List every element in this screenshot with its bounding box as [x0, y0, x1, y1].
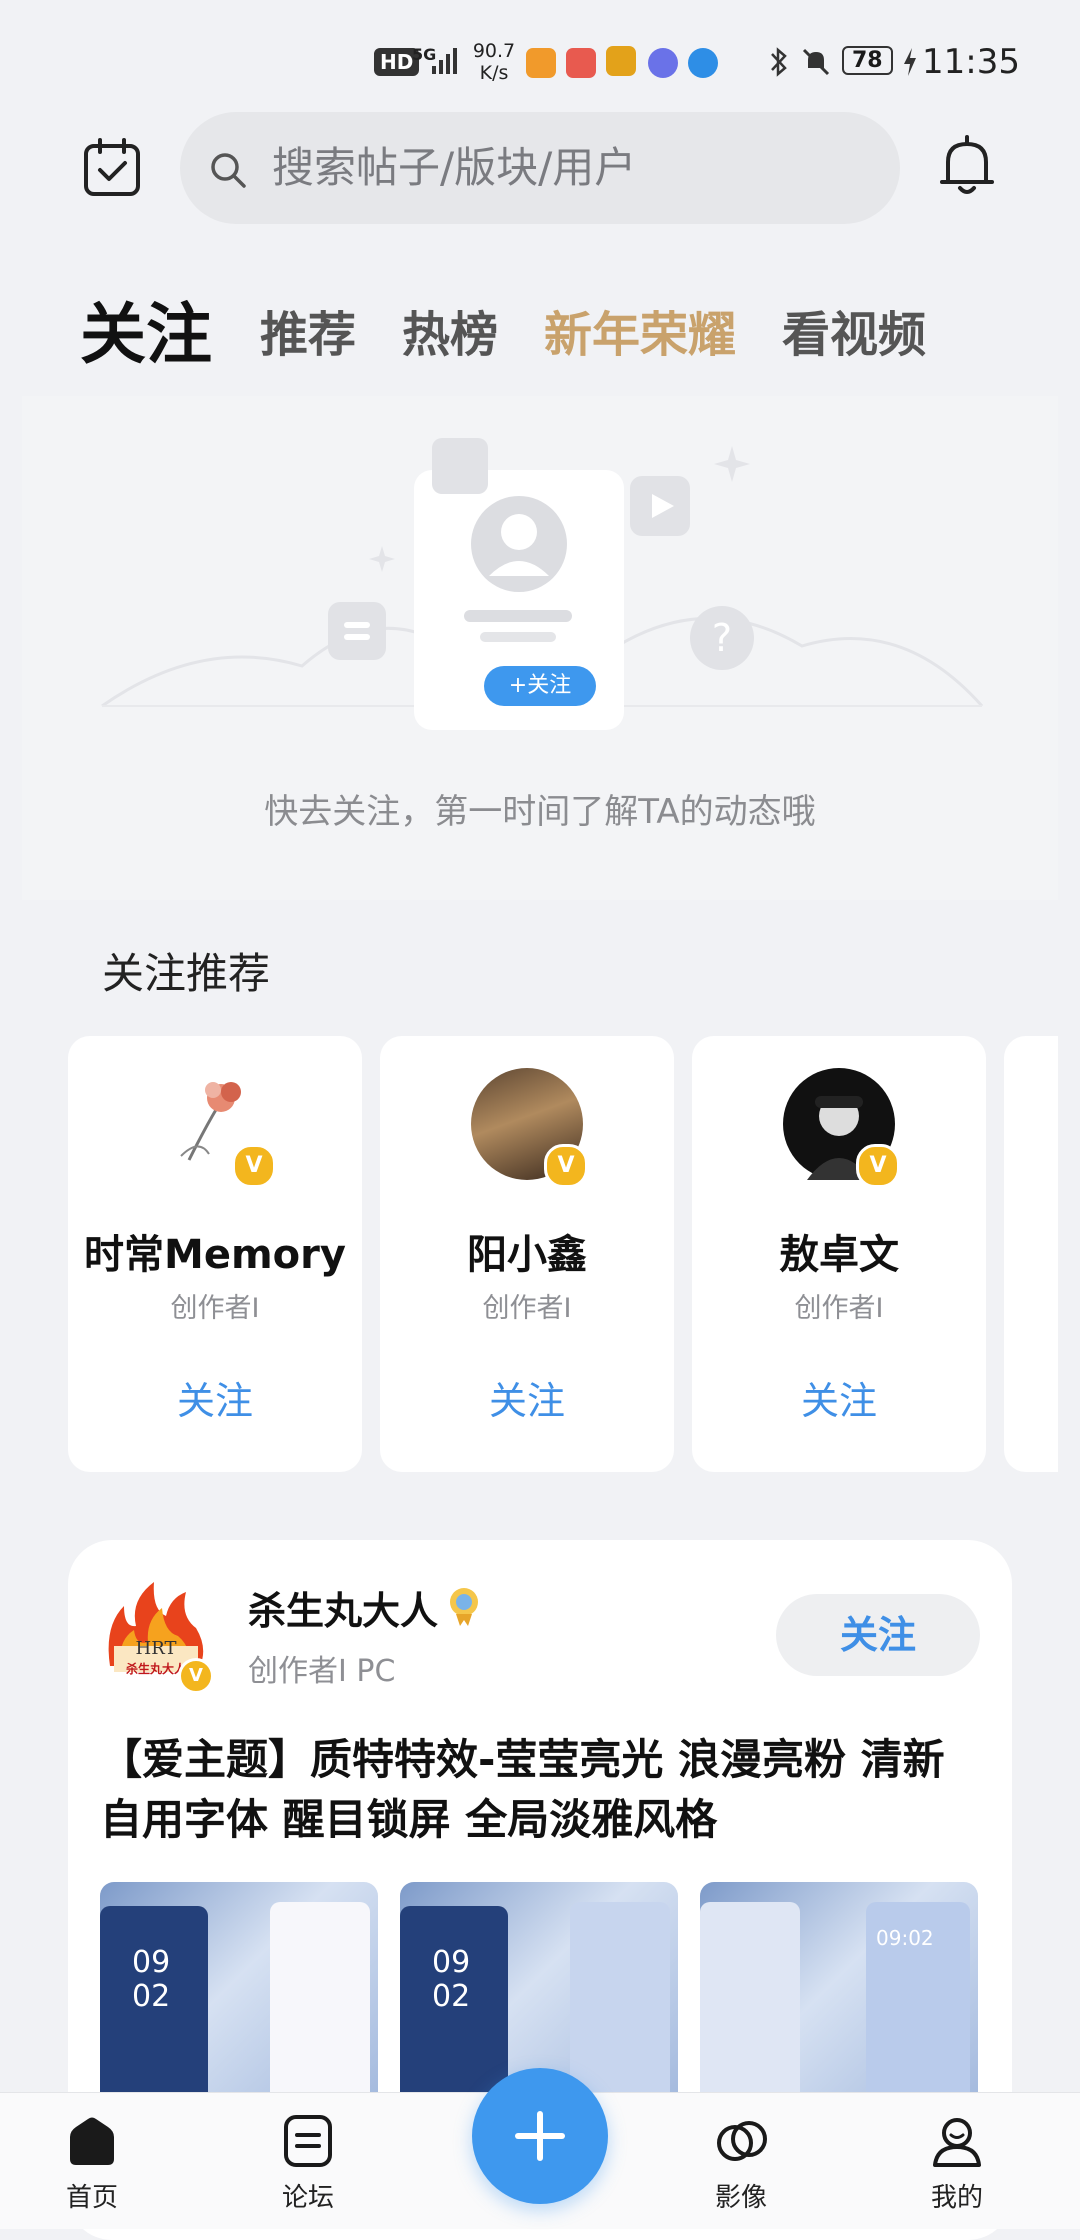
post-title[interactable]: 【爱主题】质特特效-莹莹亮光 浪漫亮粉 清新自用字体 醒目锁屏 全局淡雅风格	[100, 1730, 980, 1850]
tab-following[interactable]: 关注	[80, 300, 212, 370]
recommend-name: 敖卓文	[779, 1232, 899, 1278]
post-follow-button[interactable]: 关注	[776, 1594, 980, 1676]
tab-hot[interactable]: 热榜	[402, 300, 498, 370]
recommend-role: 创作者I	[794, 1293, 884, 1324]
follow-button[interactable]: 关注	[68, 1370, 362, 1425]
tab-new-year[interactable]: 新年荣耀	[544, 300, 736, 370]
svg-text:?: ?	[712, 616, 732, 660]
recommend-role: 创作者I	[170, 1293, 260, 1324]
verified-badge-icon: V	[232, 1144, 276, 1188]
post-author[interactable]: 杀生丸大人	[248, 1580, 438, 1635]
thumb-time: 09 02	[432, 1945, 471, 2014]
thumb-time: 09 02	[132, 1945, 171, 2014]
calendar-check-icon[interactable]	[80, 136, 144, 200]
nav-imaging[interactable]: 影像	[666, 2093, 816, 2229]
recommend-card-partial	[1004, 1036, 1058, 1472]
recommend-card: V 时常Memory 创作者I 关注	[68, 1036, 362, 1472]
search-input[interactable]: 搜索帖子/版块/用户	[180, 112, 900, 224]
nav-forum[interactable]: 论坛	[233, 2093, 383, 2229]
verified-badge-icon: V	[178, 1658, 214, 1694]
charging-icon	[904, 48, 916, 76]
search-placeholder: 搜索帖子/版块/用户	[272, 143, 637, 192]
camera-rings-icon	[717, 2121, 767, 2161]
post-image-thumb[interactable]: 09:02	[700, 1882, 978, 2122]
follow-button[interactable]: 关注	[380, 1370, 674, 1425]
profile-icon	[933, 2118, 981, 2167]
browser-app-icon	[688, 48, 718, 78]
battery-indicator: 78	[842, 46, 893, 75]
bluetooth-icon	[771, 47, 787, 77]
nav-me[interactable]: 我的	[882, 2093, 1032, 2229]
follow-button[interactable]: 关注	[692, 1370, 986, 1425]
clock: 11:35	[922, 42, 1020, 82]
video-app-icon	[526, 48, 556, 78]
follow-chip: +关注	[484, 666, 596, 706]
search-icon	[211, 153, 246, 188]
music-app-icon	[648, 48, 678, 78]
tab-videos[interactable]: 看视频	[782, 300, 926, 370]
create-post-button[interactable]	[472, 2068, 608, 2204]
plus-icon	[515, 2111, 565, 2161]
reader-app-icon	[566, 48, 596, 78]
bell-icon[interactable]	[936, 134, 998, 200]
empty-message: 快去关注，第一时间了解TA的动态哦	[264, 792, 816, 832]
forum-icon	[284, 2115, 332, 2167]
top-tabs: 关注 推荐 热榜 新年荣耀 看视频	[80, 270, 972, 370]
tab-recommend[interactable]: 推荐	[260, 300, 356, 370]
medal-icon	[450, 1588, 478, 1626]
nav-imaging-label: 影像	[714, 2183, 767, 2213]
verified-badge-icon: V	[544, 1144, 588, 1188]
recommend-card: V 敖卓文 创作者I 关注	[692, 1036, 986, 1472]
recommend-name: 阳小鑫	[467, 1232, 587, 1278]
post-meta: 创作者I PC	[248, 1654, 396, 1689]
status-bar: HD 5G 90.7 K/s 78 11:35	[0, 0, 1080, 120]
nav-home[interactable]: 首页	[17, 2093, 167, 2229]
home-icon	[70, 2117, 114, 2165]
mute-icon	[802, 48, 830, 76]
recommend-role: 创作者I	[482, 1293, 572, 1324]
signal-icon	[432, 48, 457, 74]
nav-forum-label: 论坛	[281, 2183, 334, 2213]
photo-app-icon	[606, 46, 636, 76]
post-avatar[interactable]: HRT 杀生丸大人 V	[100, 1576, 214, 1694]
nav-me-label: 我的	[930, 2183, 983, 2213]
recommend-title: 关注推荐	[102, 949, 271, 998]
post-image-thumb[interactable]: 09 02	[100, 1882, 378, 2122]
thumb-time: 09:02	[876, 1926, 934, 1950]
avatar-logo-text: HRT	[135, 1638, 177, 1659]
net-speed: 90.7 K/s	[472, 40, 516, 84]
recommend-name: 时常Memory	[84, 1232, 346, 1278]
recommend-card: V 阳小鑫 创作者I 关注	[380, 1036, 674, 1472]
nav-home-label: 首页	[65, 2183, 118, 2213]
verified-badge-icon: V	[856, 1144, 900, 1188]
